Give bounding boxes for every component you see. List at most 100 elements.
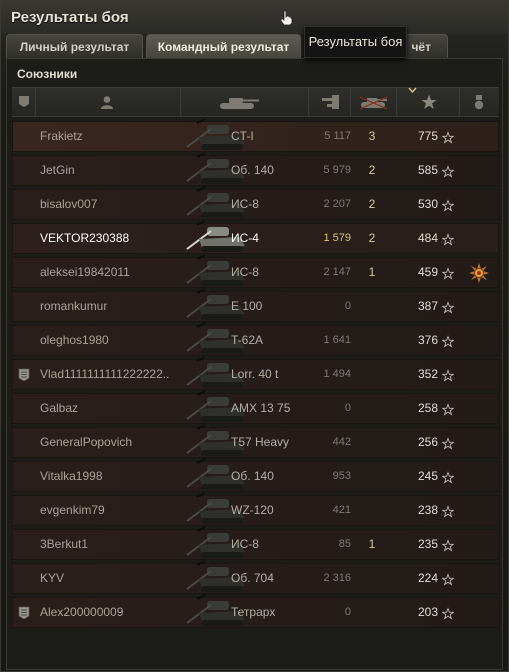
kills-value: 3 <box>368 129 376 143</box>
player-row[interactable]: Alex200000009 Тетрарх 0 203 <box>12 594 499 628</box>
tank-icon <box>220 98 259 109</box>
player-row[interactable]: VEKTOR230388 ИС-4 1 579 2 484 <box>12 220 499 254</box>
kills-value <box>365 326 379 355</box>
player-name[interactable]: 3Berkut1 <box>40 530 190 559</box>
experience-value: 235 <box>417 537 438 551</box>
experience-star-icon <box>442 369 454 382</box>
battle-results-window: Результаты боя Результаты боя Личный рез… <box>0 0 509 672</box>
column-experience[interactable] <box>397 87 460 116</box>
damage-value: 421 <box>332 504 351 516</box>
damage-value: 85 <box>338 538 351 550</box>
hand-cursor-icon <box>280 10 293 26</box>
experience-value: 459 <box>417 265 438 279</box>
damage-value: 442 <box>332 436 351 448</box>
column-damage[interactable] <box>309 88 351 116</box>
player-name[interactable]: bisalov007 <box>40 190 190 219</box>
experience-value: 224 <box>417 571 438 585</box>
kills-value <box>365 496 379 525</box>
kills-value: 2 <box>368 231 376 245</box>
player-name[interactable]: JetGin <box>40 156 190 185</box>
kills-value: 1 <box>368 537 376 551</box>
column-kills[interactable] <box>351 88 397 116</box>
allies-section-title: Союзники <box>17 67 78 81</box>
table-header <box>12 87 499 117</box>
damage-value: 1 579 <box>323 232 351 244</box>
experience-value: 245 <box>417 469 438 483</box>
order-medal-icon[interactable] <box>469 263 489 283</box>
kills-icon <box>359 96 388 110</box>
kills-value: 1 <box>368 265 376 279</box>
experience-star-icon <box>442 437 454 450</box>
damage-value: 5 979 <box>323 164 351 176</box>
damage-value: 5 117 <box>324 130 351 142</box>
player-name[interactable]: oleghos1980 <box>40 326 190 355</box>
player-row[interactable]: Galbaz AMX 13 75 0 258 <box>12 390 499 424</box>
damage-icon <box>322 95 339 109</box>
player-row[interactable]: Vlad1111111111222222.. Lorr. 40 t1 494 352 <box>12 356 499 390</box>
column-tank[interactable] <box>181 88 309 116</box>
player-name[interactable]: aleksei19842011 <box>40 258 190 287</box>
column-platoon[interactable] <box>12 88 36 116</box>
player-row[interactable]: evgenkim79 WZ-120 421 238 <box>12 492 499 526</box>
player-name[interactable]: evgenkim79 <box>40 496 190 525</box>
player-name[interactable]: Galbaz <box>40 394 190 423</box>
player-name[interactable]: Frakietz <box>40 122 190 151</box>
damage-value: 2 316 <box>323 572 351 584</box>
kills-value <box>365 428 379 457</box>
kills-value <box>365 598 379 627</box>
damage-value: 0 <box>344 402 351 414</box>
player-icon <box>101 96 113 109</box>
player-name[interactable]: Alex200000009 <box>40 598 190 627</box>
experience-value: 256 <box>417 435 438 449</box>
player-row[interactable]: oleghos1980 T-62A 1 641 376 <box>12 322 499 356</box>
damage-value: 953 <box>332 470 351 482</box>
kills-value <box>365 462 379 491</box>
player-name[interactable]: GeneralPopovich <box>40 428 190 457</box>
damage-value: 2 147 <box>323 266 351 278</box>
player-row[interactable]: KYV Об. 704 2 316 224 <box>12 560 499 594</box>
experience-star-icon <box>442 539 454 552</box>
player-name[interactable]: KYV <box>40 564 190 593</box>
experience-value: 376 <box>417 333 438 347</box>
player-row[interactable]: Vitalka1998 Об. 140 953 245 <box>12 458 499 492</box>
damage-value: 2 207 <box>323 198 351 210</box>
tooltip: Результаты боя <box>304 26 407 58</box>
player-row[interactable]: bisalov007 ИС-8 2 207 2 530 <box>12 186 499 220</box>
kills-value <box>365 394 379 423</box>
experience-star-icon <box>442 403 454 416</box>
player-row[interactable]: aleksei19842011 ИС-8 2 147 1 459 <box>12 254 499 288</box>
tab-personal-result[interactable]: Личный результат <box>6 34 143 58</box>
experience-star-icon <box>442 607 454 620</box>
column-player[interactable] <box>36 88 181 116</box>
player-row[interactable]: romankumur E 100 0 387 <box>12 288 499 322</box>
player-row[interactable]: Frakietz CT-I 5 117 3 775 <box>12 118 499 152</box>
medal-icon <box>474 95 484 110</box>
experience-star-icon <box>442 573 454 586</box>
experience-star-icon <box>421 94 437 109</box>
experience-star-icon <box>442 301 454 314</box>
damage-value: 0 <box>344 300 351 312</box>
player-name[interactable]: VEKTOR230388 <box>40 224 190 253</box>
tab-bar: Личный результат Командный результат чёт <box>6 34 506 58</box>
player-name[interactable]: romankumur <box>40 292 190 321</box>
player-name[interactable]: Vlad1111111111222222.. <box>40 360 190 389</box>
experience-value: 203 <box>417 605 438 619</box>
kills-value <box>365 292 379 321</box>
sort-descending-icon <box>408 87 417 93</box>
kills-value <box>365 564 379 593</box>
experience-star-icon <box>442 165 454 178</box>
player-row[interactable]: GeneralPopovich T57 Heavy 442 256 <box>12 424 499 458</box>
player-row[interactable]: JetGin Об. 140 5 979 2 585 <box>12 152 499 186</box>
title-bar[interactable]: Результаты боя <box>1 1 508 34</box>
tab-team-result[interactable]: Командный результат <box>146 34 301 58</box>
column-medals[interactable] <box>460 88 499 116</box>
platoon-badge-icon <box>18 606 30 620</box>
experience-value: 387 <box>417 299 438 313</box>
player-name[interactable]: Vitalka1998 <box>40 462 190 491</box>
experience-star-icon <box>442 199 454 212</box>
damage-value: 1 494 <box>323 368 351 380</box>
experience-value: 258 <box>417 401 438 415</box>
player-row[interactable]: 3Berkut1 ИС-8 85 1 235 <box>12 526 499 560</box>
experience-star-icon <box>442 335 454 348</box>
experience-value: 352 <box>417 367 438 381</box>
